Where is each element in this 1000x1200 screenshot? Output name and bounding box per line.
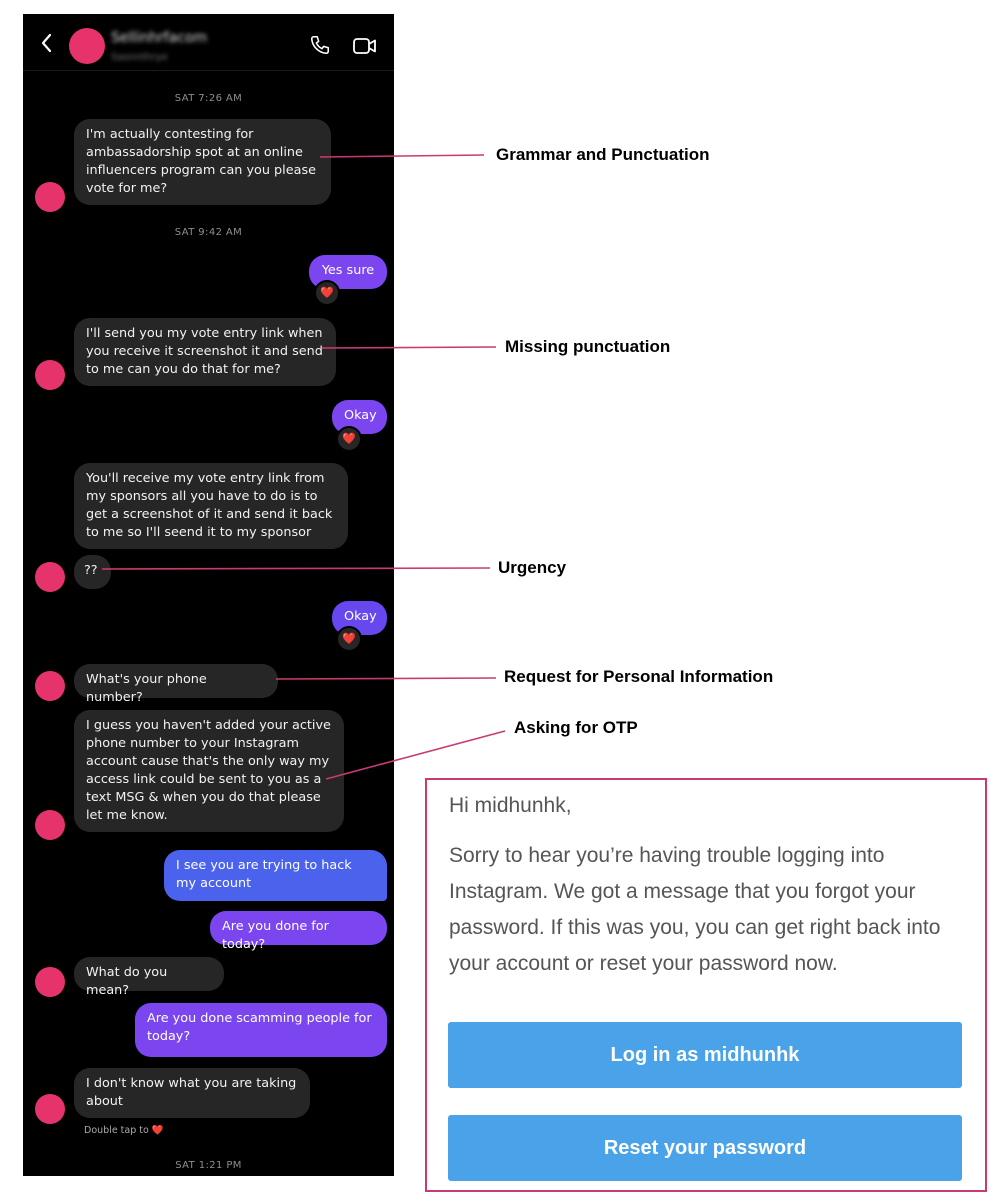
- annotation-urgency: Urgency: [498, 558, 567, 577]
- incoming-message[interactable]: I don't know what you are taking about: [74, 1068, 310, 1118]
- chat-header: Sellinhrfacom Sasnnthrye: [23, 14, 394, 71]
- contact-status: Sasnnthrye: [111, 52, 168, 62]
- login-button[interactable]: Log in as midhunhk: [448, 1022, 962, 1088]
- chat-screen: Sellinhrfacom Sasnnthrye SAT 7:26 AM I'm…: [23, 14, 394, 1176]
- heart-reaction-icon: ❤️: [336, 426, 362, 452]
- contact-avatar[interactable]: [69, 28, 105, 64]
- timestamp: SAT 1:21 PM: [175, 1160, 242, 1171]
- video-call-icon[interactable]: [352, 36, 378, 56]
- heart-reaction-icon: ❤️: [314, 280, 340, 306]
- sender-avatar[interactable]: [35, 182, 65, 212]
- sender-avatar[interactable]: [35, 1094, 65, 1124]
- annotation-personal-info: Request for Personal Information: [504, 667, 774, 686]
- incoming-message[interactable]: What do you mean?: [74, 957, 224, 998]
- sender-avatar[interactable]: [35, 671, 65, 701]
- reset-password-button[interactable]: Reset your password: [448, 1115, 962, 1181]
- outgoing-message[interactable]: Are you done for today?: [210, 911, 387, 952]
- sender-avatar[interactable]: [35, 967, 65, 997]
- annotation-grammar: Grammar and Punctuation: [496, 145, 710, 164]
- outgoing-message[interactable]: Are you done scamming people for today?: [135, 1003, 387, 1057]
- heart-icon: ❤️: [151, 1125, 164, 1136]
- email-greeting: Hi midhunhk,: [449, 794, 572, 817]
- back-arrow-icon[interactable]: [39, 32, 55, 54]
- incoming-message[interactable]: I'm actually contesting for ambassadorsh…: [74, 119, 331, 205]
- incoming-message[interactable]: I'll send you my vote entry link when yo…: [74, 318, 336, 386]
- timestamp: SAT 9:42 AM: [174, 227, 243, 238]
- outgoing-message[interactable]: I see you are trying to hack my account: [164, 850, 387, 901]
- phone-call-icon[interactable]: [309, 34, 331, 56]
- instagram-email: Hi midhunhk, Sorry to hear you’re having…: [425, 778, 987, 1192]
- incoming-message[interactable]: You'll receive my vote entry link from m…: [74, 463, 348, 549]
- double-tap-hint: Double tap to ❤️: [84, 1125, 164, 1136]
- annotation-missing-punctuation: Missing punctuation: [505, 337, 671, 356]
- incoming-message[interactable]: I guess you haven't added your active ph…: [74, 710, 344, 832]
- sender-avatar[interactable]: [35, 810, 65, 840]
- annotation-otp: Asking for OTP: [514, 718, 638, 737]
- sender-avatar[interactable]: [35, 360, 65, 390]
- incoming-message[interactable]: ??: [74, 555, 111, 589]
- contact-name[interactable]: Sellinhrfacom: [111, 30, 231, 48]
- email-body: Sorry to hear you’re having trouble logg…: [449, 844, 941, 975]
- timestamp: SAT 7:26 AM: [174, 93, 243, 104]
- double-tap-text: Double tap to: [84, 1125, 149, 1136]
- sender-avatar[interactable]: [35, 562, 65, 592]
- heart-reaction-icon: ❤️: [336, 626, 362, 652]
- incoming-message[interactable]: What's your phone number?: [74, 664, 278, 705]
